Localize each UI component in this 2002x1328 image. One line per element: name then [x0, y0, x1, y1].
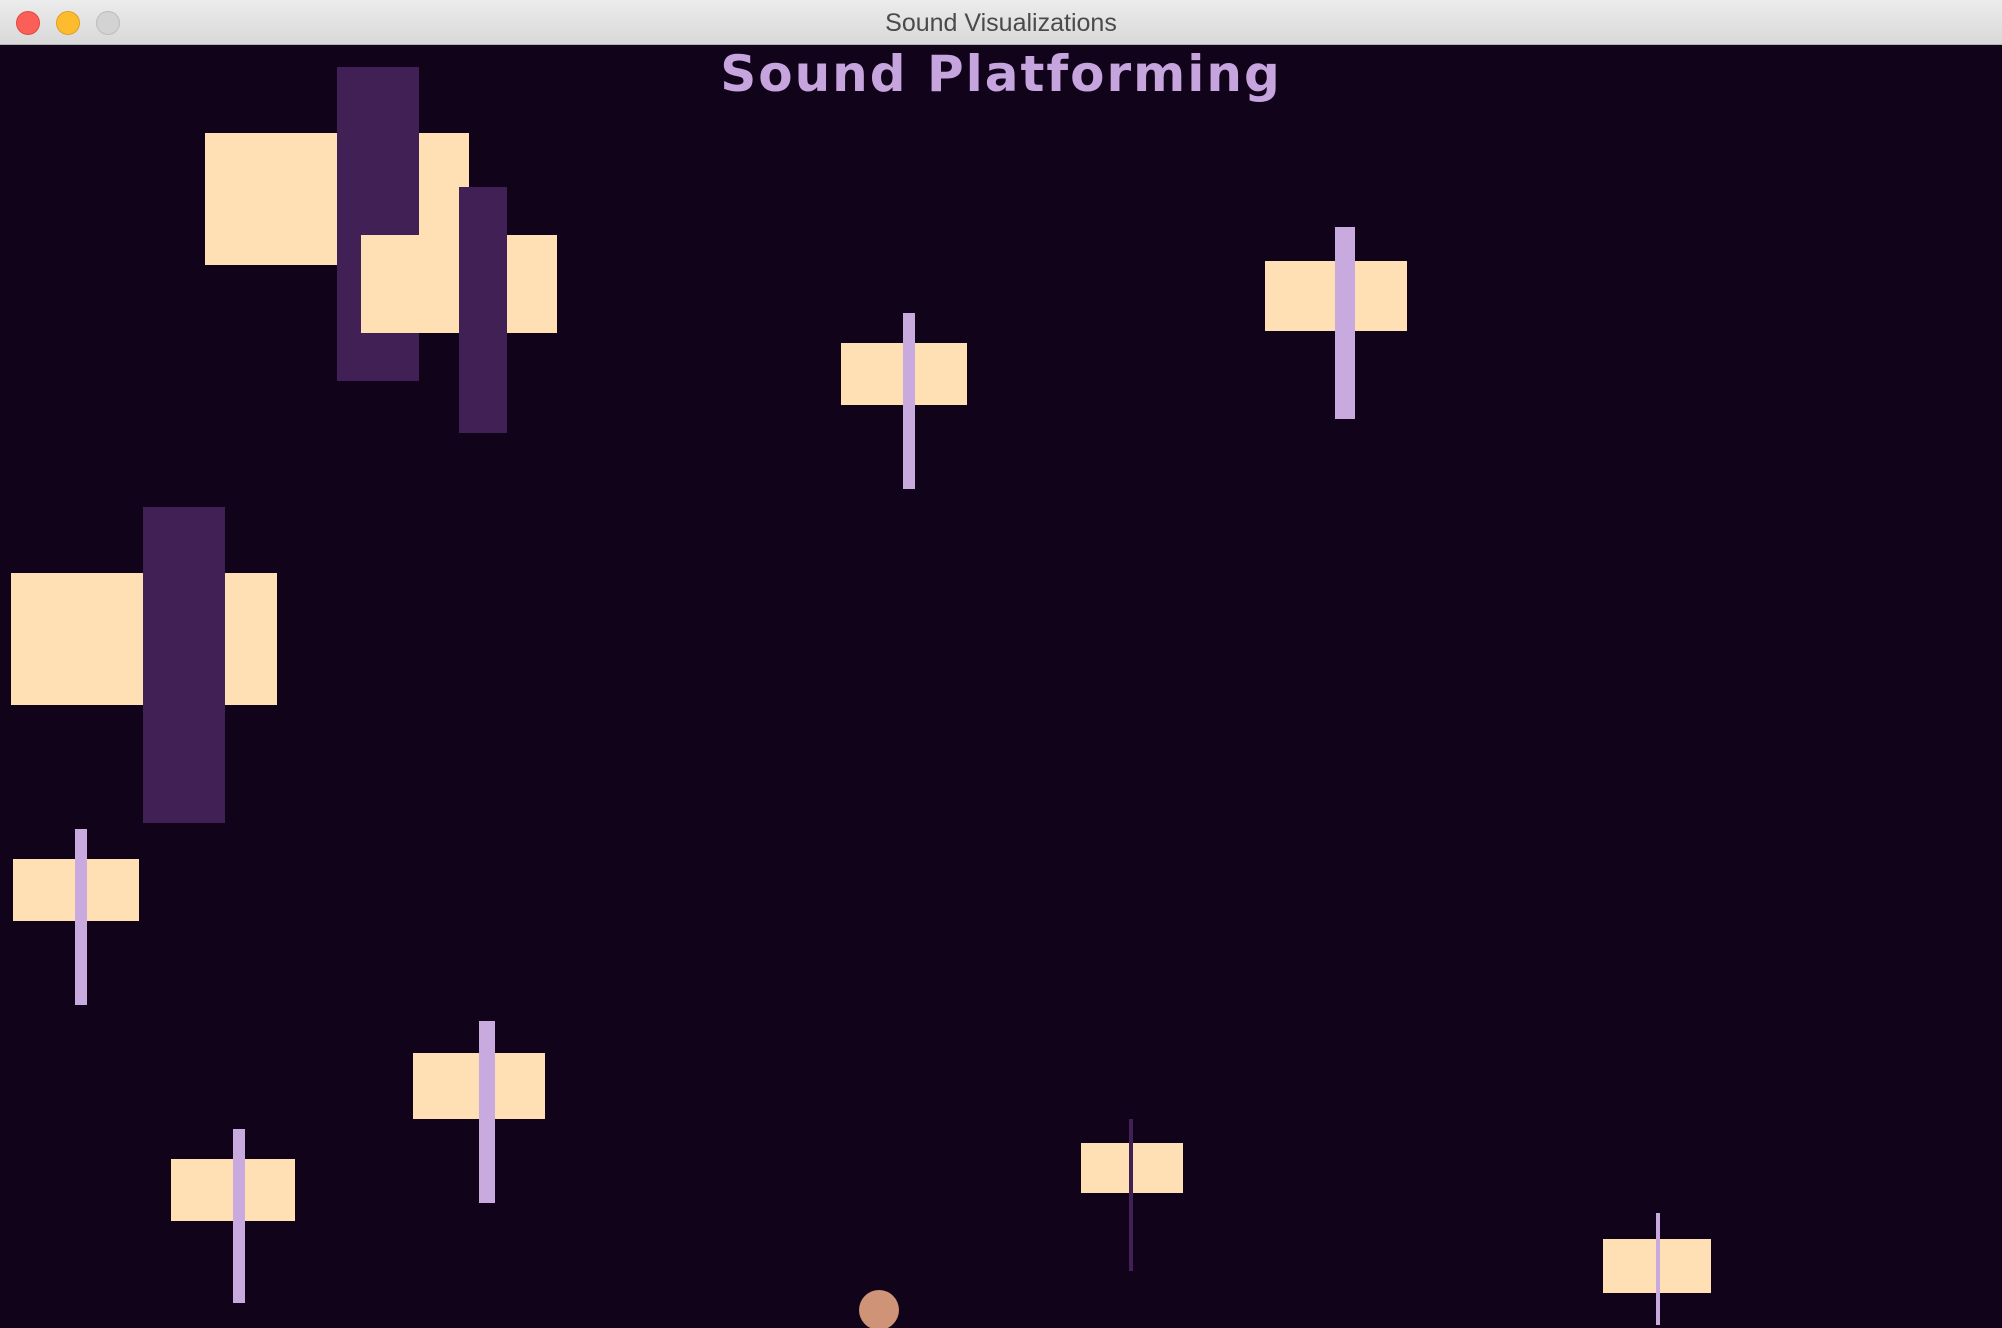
sound-bar: [1656, 1213, 1660, 1325]
sound-bar: [459, 187, 507, 433]
sound-bar: [143, 507, 225, 823]
player-ball[interactable]: [859, 1290, 899, 1328]
window-title: Sound Visualizations: [885, 9, 1117, 37]
sound-bar: [75, 829, 87, 1005]
sound-bar: [903, 313, 915, 489]
game-canvas[interactable]: Sound Platforming: [0, 45, 2002, 1328]
game-title: Sound Platforming: [720, 45, 1282, 103]
title-bar[interactable]: Sound Visualizations: [0, 0, 2002, 45]
sound-bar: [337, 67, 419, 381]
sound-bar: [233, 1129, 245, 1303]
sound-bar: [1335, 227, 1355, 419]
sound-bar: [479, 1021, 495, 1203]
app-window: Sound Visualizations Sound Platforming: [0, 0, 2002, 1328]
sound-bar: [1129, 1119, 1133, 1271]
